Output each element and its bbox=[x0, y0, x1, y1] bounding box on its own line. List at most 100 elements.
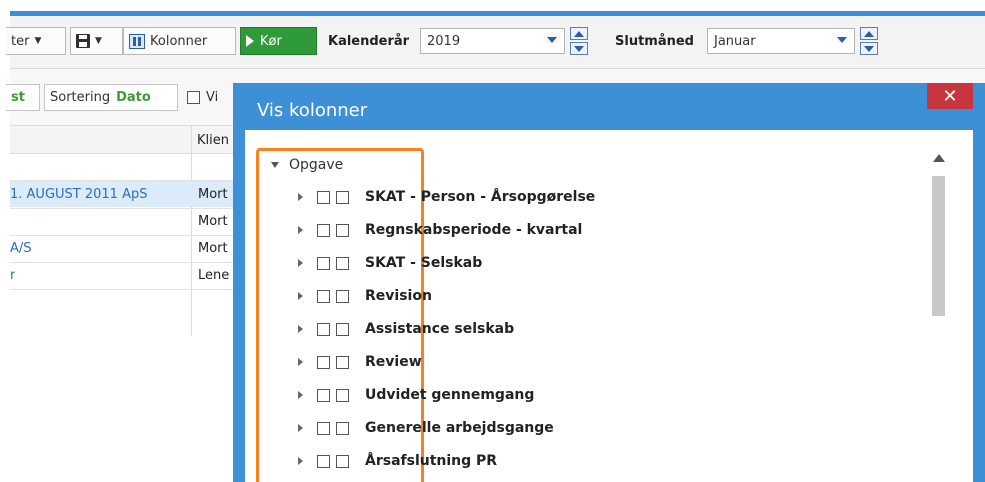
year-spinner[interactable] bbox=[570, 27, 588, 55]
year-value: 2019 bbox=[427, 33, 461, 49]
dialog-title: Vis kolonner bbox=[257, 100, 368, 121]
close-icon[interactable]: ✕ bbox=[927, 83, 973, 109]
tree-item[interactable]: Assistance selskab bbox=[298, 318, 514, 340]
chevron-down-icon bbox=[547, 37, 557, 43]
expand-icon[interactable] bbox=[298, 325, 303, 333]
expand-icon[interactable] bbox=[298, 292, 303, 300]
expand-icon[interactable] bbox=[298, 226, 303, 234]
checkbox[interactable] bbox=[317, 223, 330, 237]
sort-label: Sortering bbox=[50, 90, 111, 105]
columns-button[interactable]: Kolonner bbox=[123, 27, 236, 55]
tree-item[interactable]: SKAT - Person - Årsopgørelse bbox=[298, 186, 595, 208]
scroll-up-icon[interactable] bbox=[933, 154, 945, 162]
chevron-down-icon bbox=[837, 37, 847, 43]
tree-root-task[interactable]: Opgave bbox=[271, 157, 343, 173]
table-cell[interactable]: Lene bbox=[198, 268, 229, 283]
expand-icon[interactable] bbox=[298, 424, 303, 432]
tree-item-label: Assistance selskab bbox=[365, 321, 515, 337]
tree-item-label: Årsafslutning PR bbox=[365, 453, 498, 469]
end-month-select[interactable]: Januar bbox=[707, 28, 855, 54]
list-button-label: st bbox=[11, 90, 25, 105]
save-dropdown-button[interactable]: ▼ bbox=[70, 27, 123, 55]
checkbox[interactable] bbox=[336, 190, 349, 204]
tree-item[interactable]: Revision bbox=[298, 285, 432, 307]
collapse-icon[interactable] bbox=[271, 162, 279, 168]
tree-item[interactable]: Udvidet gennemgang bbox=[298, 384, 534, 406]
sort-button[interactable]: Sortering Dato bbox=[44, 84, 178, 111]
table-cell[interactable]: r bbox=[10, 268, 15, 283]
show-columns-dialog: Vis kolonner ✕ Opgave SKAT - Person - År… bbox=[233, 83, 985, 482]
sort-value: Dato bbox=[116, 90, 151, 105]
tree-item-label: SKAT - Selskab bbox=[365, 255, 483, 271]
checkbox[interactable] bbox=[336, 322, 349, 336]
save-icon bbox=[76, 34, 90, 48]
expand-icon[interactable] bbox=[298, 193, 303, 201]
table-cell[interactable]: Mort bbox=[198, 241, 228, 256]
year-select[interactable]: 2019 bbox=[420, 28, 565, 54]
end-month-label: Slutmåned bbox=[615, 34, 694, 49]
filter-dropdown-button[interactable]: ter ▼ bbox=[6, 27, 66, 55]
grid-divider bbox=[10, 262, 250, 263]
tree-item-label: Review bbox=[365, 354, 422, 370]
table-cell[interactable]: A/S bbox=[10, 241, 32, 256]
play-icon bbox=[246, 35, 254, 47]
expand-icon[interactable] bbox=[298, 391, 303, 399]
tree-item[interactable]: Regnskabsperiode - kvartal bbox=[298, 219, 582, 241]
grid-divider bbox=[10, 289, 250, 290]
checkbox[interactable] bbox=[336, 355, 349, 369]
checkbox[interactable] bbox=[336, 454, 349, 468]
grid-header-client[interactable]: Klien bbox=[197, 133, 229, 148]
spin-down-icon[interactable] bbox=[570, 42, 588, 55]
table-cell[interactable]: 1. AUGUST 2011 ApS bbox=[10, 187, 147, 202]
table-cell[interactable]: Mort bbox=[198, 214, 228, 229]
run-button[interactable]: Kør bbox=[240, 27, 317, 55]
expand-icon[interactable] bbox=[298, 358, 303, 366]
dialog-body: Opgave SKAT - Person - Årsopgørelse Regn… bbox=[245, 130, 973, 482]
tree-item[interactable]: SKAT - Selskab bbox=[298, 252, 482, 274]
table-cell[interactable]: Mort bbox=[198, 187, 228, 202]
tree-item-label: Revision bbox=[365, 288, 432, 304]
grid-divider bbox=[191, 126, 192, 336]
scroll-thumb[interactable] bbox=[932, 176, 945, 316]
tree-item-label: SKAT - Person - Årsopgørelse bbox=[365, 189, 596, 205]
show-checkbox[interactable] bbox=[187, 91, 200, 104]
chevron-down-icon: ▼ bbox=[34, 36, 42, 46]
checkbox[interactable] bbox=[317, 421, 330, 435]
tree-item[interactable]: Review bbox=[298, 351, 422, 373]
checkbox[interactable] bbox=[317, 322, 330, 336]
checkbox[interactable] bbox=[317, 355, 330, 369]
expand-icon[interactable] bbox=[298, 457, 303, 465]
year-label: Kalenderår bbox=[328, 34, 410, 49]
toolbar: ter ▼ ▼ Kolonner Kør Kalenderår 2019 Slu… bbox=[6, 16, 985, 69]
tree-item[interactable]: Generelle arbejdsgange bbox=[298, 417, 554, 439]
checkbox[interactable] bbox=[317, 256, 330, 270]
end-month-spinner[interactable] bbox=[860, 27, 878, 55]
show-label: Vi bbox=[206, 90, 219, 105]
checkbox[interactable] bbox=[317, 190, 330, 204]
spin-up-icon[interactable] bbox=[570, 27, 588, 40]
checkbox[interactable] bbox=[336, 256, 349, 270]
grid-divider bbox=[10, 235, 250, 236]
checkbox[interactable] bbox=[336, 289, 349, 303]
tree-item-label: Udvidet gennemgang bbox=[365, 387, 535, 403]
checkbox[interactable] bbox=[317, 289, 330, 303]
run-label: Kør bbox=[260, 33, 282, 49]
tree-item[interactable]: Årsafslutning PR bbox=[298, 450, 497, 472]
spin-up-icon[interactable] bbox=[860, 27, 878, 40]
tree-item-label: Regnskabsperiode - kvartal bbox=[365, 222, 583, 238]
tree-item-label: Generelle arbejdsgange bbox=[365, 420, 554, 436]
checkbox[interactable] bbox=[317, 388, 330, 402]
vertical-scrollbar[interactable] bbox=[930, 154, 946, 482]
columns-icon bbox=[129, 33, 145, 49]
checkbox[interactable] bbox=[336, 388, 349, 402]
filter-label: ter bbox=[11, 33, 30, 49]
expand-icon[interactable] bbox=[298, 259, 303, 267]
columns-label: Kolonner bbox=[150, 33, 208, 49]
checkbox[interactable] bbox=[336, 223, 349, 237]
checkbox[interactable] bbox=[317, 454, 330, 468]
list-button[interactable]: st bbox=[6, 84, 40, 111]
spin-down-icon[interactable] bbox=[860, 42, 878, 55]
grid-divider bbox=[10, 208, 250, 209]
end-month-value: Januar bbox=[714, 33, 756, 49]
checkbox[interactable] bbox=[336, 421, 349, 435]
